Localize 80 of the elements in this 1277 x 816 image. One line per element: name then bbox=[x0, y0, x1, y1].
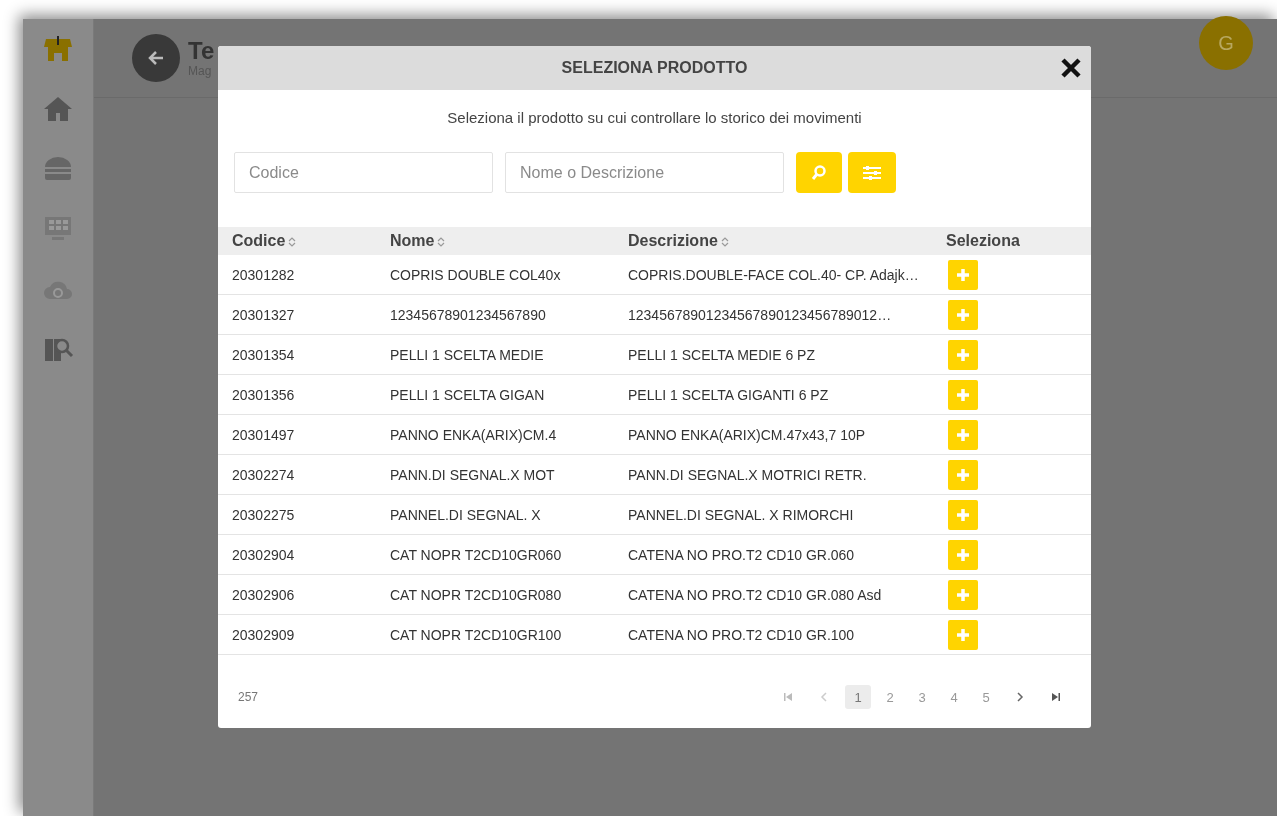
first-page-icon bbox=[782, 691, 794, 703]
table-cell: PANN.DI SEGNAL.X MOT bbox=[390, 454, 628, 495]
table-cell: 20302274 bbox=[218, 454, 390, 495]
table-cell: COPRIS.DOUBLE-FACE COL.40- CP. Adajk… bbox=[628, 255, 946, 295]
table-cell: CAT NOPR T2CD10GR100 bbox=[390, 614, 628, 655]
table-cell: CATENA NO PRO.T2 CD10 GR.100 bbox=[628, 614, 946, 655]
next-page-icon bbox=[1014, 691, 1026, 703]
search-button[interactable] bbox=[796, 152, 842, 193]
filter-button[interactable] bbox=[848, 152, 896, 193]
back-button[interactable] bbox=[132, 34, 180, 82]
add-button[interactable] bbox=[948, 619, 978, 650]
add-button[interactable] bbox=[948, 379, 978, 410]
close-button[interactable] bbox=[1059, 56, 1083, 80]
page-button[interactable]: 4 bbox=[941, 685, 967, 709]
plus-icon bbox=[956, 507, 970, 522]
user-avatar[interactable]: G bbox=[1199, 16, 1253, 70]
plus-icon bbox=[956, 267, 970, 282]
table-cell: PELLI 1 SCELTA GIGAN bbox=[390, 374, 628, 415]
sort-icon[interactable] bbox=[288, 235, 297, 248]
add-button[interactable] bbox=[948, 299, 978, 330]
code-field[interactable]: Codice bbox=[234, 152, 493, 193]
table-cell: 20301497 bbox=[218, 414, 390, 455]
table-cell: 20301354 bbox=[218, 334, 390, 375]
column-header[interactable]: Codice bbox=[218, 227, 390, 255]
plus-icon bbox=[956, 307, 970, 322]
sliders-icon bbox=[861, 163, 883, 182]
sort-icon[interactable] bbox=[720, 235, 729, 248]
table-cell: PELLI 1 SCELTA MEDIE bbox=[390, 334, 628, 375]
total-count: 257 bbox=[238, 690, 259, 704]
table-cell: 20301356 bbox=[218, 374, 390, 415]
add-button[interactable] bbox=[948, 539, 978, 570]
table-cell: PELLI 1 SCELTA GIGANTI 6 PZ bbox=[628, 374, 946, 415]
plus-icon bbox=[956, 427, 970, 442]
sort-icon[interactable] bbox=[437, 235, 446, 248]
column-header[interactable]: Descrizione bbox=[628, 227, 946, 255]
table-cell: PELLI 1 SCELTA MEDIE 6 PZ bbox=[628, 334, 946, 375]
table-cell: CATENA NO PRO.T2 CD10 GR.060 bbox=[628, 534, 946, 575]
table-cell: 12345678901234567890123456789012… bbox=[628, 294, 946, 335]
table-cell: 12345678901234567890 bbox=[390, 294, 628, 335]
page-button[interactable]: 1 bbox=[845, 685, 871, 709]
add-button[interactable] bbox=[948, 339, 978, 370]
search-icon bbox=[810, 163, 828, 182]
modal-title: SELEZIONA PRODOTTO bbox=[561, 59, 748, 77]
table-cell: 20302906 bbox=[218, 574, 390, 615]
plus-icon bbox=[956, 387, 970, 402]
plus-icon bbox=[956, 627, 970, 642]
name-description-field[interactable]: Nome o Descrizione bbox=[505, 152, 784, 193]
table-cell: 20302275 bbox=[218, 494, 390, 535]
previous-page-icon bbox=[818, 691, 830, 703]
column-header[interactable]: Nome bbox=[390, 227, 628, 255]
table-cell: 20302909 bbox=[218, 614, 390, 655]
add-button[interactable] bbox=[948, 419, 978, 450]
table-cell: PANN.DI SEGNAL.X MOTRICI RETR. bbox=[628, 454, 946, 495]
plus-icon bbox=[956, 467, 970, 482]
add-button[interactable] bbox=[948, 259, 978, 290]
add-button[interactable] bbox=[948, 579, 978, 610]
table-cell: CATENA NO PRO.T2 CD10 GR.080 Asd bbox=[628, 574, 946, 615]
last-page-icon bbox=[1050, 691, 1062, 703]
table-cell: CAT NOPR T2CD10GR080 bbox=[390, 574, 628, 615]
table-cell: COPRIS DOUBLE COL40x bbox=[390, 255, 628, 295]
table-cell: PANNO ENKA(ARIX)CM.4 bbox=[390, 414, 628, 455]
add-button[interactable] bbox=[948, 499, 978, 530]
table-cell: PANNEL.DI SEGNAL. X RIMORCHI bbox=[628, 494, 946, 535]
page-button[interactable]: 3 bbox=[909, 685, 935, 709]
table-cell: PANNO ENKA(ARIX)CM.47x43,7 10P bbox=[628, 414, 946, 455]
page-title: Te bbox=[188, 38, 215, 64]
close-icon bbox=[1059, 56, 1083, 80]
plus-icon bbox=[956, 587, 970, 602]
modal-instruction: Seleziona il prodotto su cui controllare lo storico dei movimenti bbox=[446, 109, 863, 126]
table-cell: 20301282 bbox=[218, 255, 390, 295]
page-button[interactable]: 2 bbox=[877, 685, 903, 709]
column-header: Seleziona bbox=[946, 227, 1091, 255]
table-cell: 20301327 bbox=[218, 294, 390, 335]
table-cell: 20302904 bbox=[218, 534, 390, 575]
table-cell: PANNEL.DI SEGNAL. X bbox=[390, 494, 628, 535]
plus-icon bbox=[956, 347, 970, 362]
table-cell: CAT NOPR T2CD10GR060 bbox=[390, 534, 628, 575]
add-button[interactable] bbox=[948, 459, 978, 490]
plus-icon bbox=[956, 547, 970, 562]
page-button[interactable]: 5 bbox=[973, 685, 999, 709]
